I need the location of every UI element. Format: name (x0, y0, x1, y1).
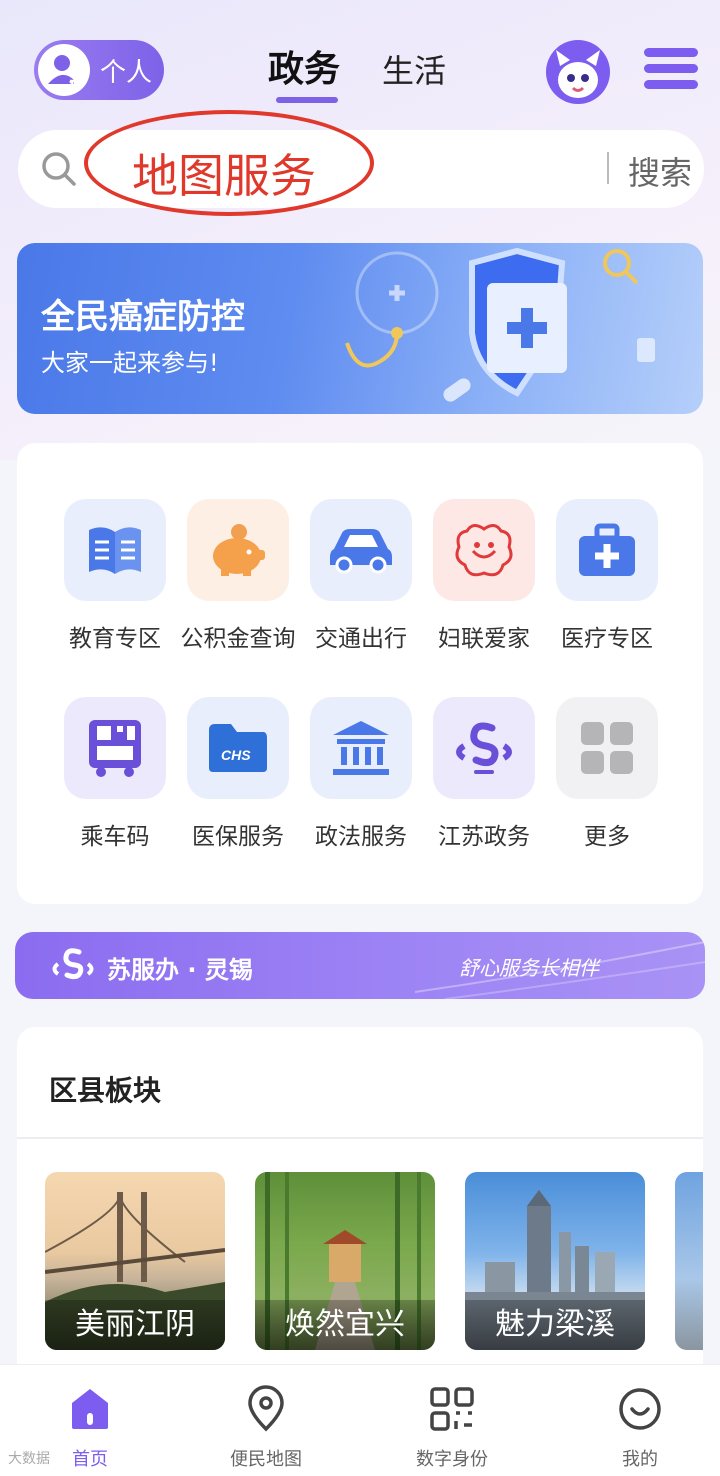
nav-label: 我的 (622, 1449, 658, 1470)
jiangsu-gov-icon (52, 948, 94, 980)
banner-subtitle: 大家一起来参与! (41, 349, 219, 377)
nav-service-map[interactable]: 便民地图 (176, 1365, 356, 1476)
tab-government[interactable]: 政务 (268, 40, 340, 92)
home-icon (72, 1389, 108, 1429)
search-button[interactable]: 搜索 (628, 148, 692, 194)
service-label: 教育专区 (69, 626, 161, 652)
district-tile-jiangyin[interactable]: 美丽江阴 (45, 1172, 225, 1350)
service-label: 医保服务 (192, 824, 284, 850)
active-tab-indicator (276, 97, 338, 103)
menu-icon[interactable] (644, 48, 698, 94)
district-tile-yixing[interactable]: 焕然宜兴 (255, 1172, 435, 1350)
svg-text:CHS: CHS (221, 747, 251, 763)
district-section: 区县板块 美丽江阴 焕然宜兴 魅力梁溪 (17, 1027, 703, 1387)
tab-life[interactable]: 生活 (382, 46, 446, 92)
nav-label: 数字身份 (416, 1449, 488, 1470)
user-switch-icon (38, 44, 90, 96)
search-input[interactable]: 地图服务 (132, 140, 316, 206)
district-tile-liangxi[interactable]: 魅力梁溪 (465, 1172, 645, 1350)
assistant-mascot-avatar[interactable] (546, 40, 610, 104)
search-divider (607, 152, 609, 184)
chs-folder-icon: CHS (187, 697, 289, 799)
promo-title: 苏服办 · 灵锡 (107, 956, 253, 984)
map-pin-icon (248, 1385, 284, 1432)
women-federation-logo-icon (433, 499, 535, 601)
district-label: 美丽江阴 (45, 1300, 225, 1350)
service-medical[interactable]: 医疗专区 (547, 499, 667, 653)
service-medical-insurance[interactable]: CHS 医保服务 (178, 697, 298, 851)
search-icon (42, 152, 76, 186)
personal-mode-toggle[interactable]: 个人 (34, 40, 164, 100)
more-grid-icon (556, 697, 658, 799)
jiangsu-gov-icon (433, 697, 535, 799)
nav-label: 便民地图 (230, 1449, 302, 1470)
district-tile-partial[interactable] (675, 1172, 703, 1350)
qr-code-icon (430, 1387, 474, 1431)
district-section-title: 区县板块 (49, 1074, 162, 1107)
service-label: 江苏政务 (438, 824, 530, 850)
service-grid: 教育专区 公积金查询 交通出行 妇联爱家 医疗专区 乘车码 CHS 医保服务 政… (17, 443, 703, 904)
service-more[interactable]: 更多 (547, 697, 667, 851)
service-housing-fund[interactable]: 公积金查询 (178, 499, 298, 653)
car-icon (310, 499, 412, 601)
bus-code-icon (64, 697, 166, 799)
service-label: 政法服务 (315, 824, 407, 850)
service-label: 交通出行 (315, 626, 407, 652)
service-label: 乘车码 (80, 824, 150, 850)
nav-digital-identity[interactable]: 数字身份 (362, 1365, 542, 1476)
service-label: 妇联爱家 (438, 626, 530, 652)
promo-slogan: 舒心服务长相伴 (459, 956, 599, 980)
district-label: 焕然宜兴 (255, 1300, 435, 1350)
service-jiangsu-gov[interactable]: 江苏政务 (424, 697, 544, 851)
watermark: 大数据 (8, 1451, 50, 1467)
service-education[interactable]: 教育专区 (55, 499, 175, 653)
profile-smile-icon (619, 1388, 661, 1430)
banner-title: 全民癌症防控 (41, 297, 245, 337)
nav-profile[interactable]: 我的 (550, 1365, 720, 1476)
medical-kit-icon (556, 499, 658, 601)
service-traffic[interactable]: 交通出行 (301, 499, 421, 653)
book-icon (64, 499, 166, 601)
service-label: 更多 (584, 824, 630, 850)
service-label: 医疗专区 (561, 626, 653, 652)
cancer-prevention-banner[interactable]: 全民癌症防控 大家一起来参与! (17, 243, 703, 414)
district-label: 魅力梁溪 (465, 1300, 645, 1350)
bottom-navigation: 首页 便民地图 数字身份 我的 (0, 1364, 720, 1476)
service-bus-code[interactable]: 乘车码 (55, 697, 175, 851)
service-women-federation[interactable]: 妇联爱家 (424, 499, 544, 653)
service-legal[interactable]: 政法服务 (301, 697, 421, 851)
district-divider (17, 1137, 703, 1139)
piggy-bank-icon (187, 499, 289, 601)
sufuban-promo-bar[interactable]: 苏服办 · 灵锡 舒心服务长相伴 (15, 932, 705, 999)
service-label: 公积金查询 (180, 626, 296, 652)
personal-label: 个人 (100, 57, 153, 88)
top-header: 个人 政务 生活 (0, 0, 720, 120)
court-building-icon (310, 697, 412, 799)
